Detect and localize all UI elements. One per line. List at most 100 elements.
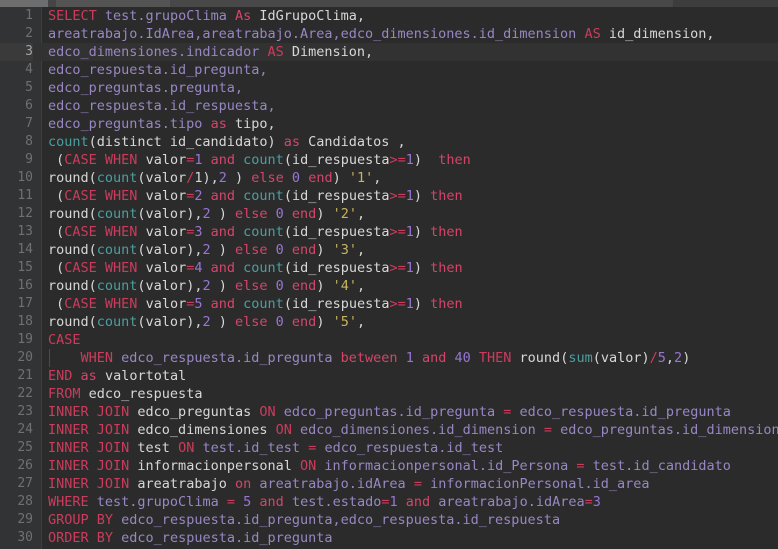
line-number[interactable]: 26 bbox=[0, 457, 33, 475]
code-line[interactable]: 20 WHEN edco_respuesta.id_pregunta betwe… bbox=[0, 349, 778, 367]
code-line-text[interactable]: INNER JOIN areatrabajo on areatrabajo.id… bbox=[48, 475, 650, 493]
code-token-fn: count bbox=[96, 170, 138, 186]
code-line-text[interactable]: areatrabajo.IdArea,areatrabajo.Area,edco… bbox=[48, 25, 715, 43]
line-number[interactable]: 16 bbox=[0, 277, 33, 295]
code-line[interactable]: 30 ORDER BY edco_respuesta.id_pregunta bbox=[0, 529, 778, 547]
line-number[interactable]: 29 bbox=[0, 511, 33, 529]
code-line-text[interactable]: ORDER BY edco_respuesta.id_pregunta bbox=[48, 529, 333, 547]
code-line-text[interactable]: GROUP BY edco_respuesta.id_pregunta,edco… bbox=[48, 511, 560, 529]
code-line[interactable]: 7 edco_preguntas.tipo as tipo, bbox=[0, 115, 778, 133]
code-line-text[interactable]: WHERE test.grupoClima = 5 and test.estad… bbox=[48, 493, 601, 511]
code-line[interactable]: 14 round(count(valor),2 ) else 0 end) '3'… bbox=[0, 241, 778, 259]
code-line[interactable]: 15 (CASE WHEN valor=4 and count(id_respu… bbox=[0, 259, 778, 277]
code-line[interactable]: 17 (CASE WHEN valor=5 and count(id_respu… bbox=[0, 295, 778, 313]
code-line[interactable]: 28 WHERE test.grupoClima = 5 and test.est… bbox=[0, 493, 778, 511]
code-line-text[interactable]: round(count(valor),2 ) else 0 end) '3', bbox=[48, 241, 365, 259]
code-line[interactable]: 27 INNER JOIN areatrabajo on areatrabajo.… bbox=[0, 475, 778, 493]
code-line[interactable]: 12 round(count(valor),2 ) else 0 end) '2'… bbox=[0, 205, 778, 223]
line-number[interactable]: 8 bbox=[0, 133, 33, 151]
line-number[interactable]: 24 bbox=[0, 421, 33, 439]
code-line[interactable]: 4 edco_respuesta.id_pregunta, bbox=[0, 61, 778, 79]
code-line-text[interactable]: INNER JOIN edco_dimensiones ON edco_dime… bbox=[48, 421, 778, 439]
code-line-text[interactable]: round(count(valor),2 ) else 0 end) '2', bbox=[48, 205, 365, 223]
code-line[interactable]: 21 END as valortotal bbox=[0, 367, 778, 385]
code-line-text[interactable]: round(count(valor/1),2 ) else 0 end) '1'… bbox=[48, 169, 381, 187]
code-line-text[interactable]: SELECT test.grupoClima As IdGrupoClima, bbox=[48, 7, 365, 25]
code-token-plain: round( bbox=[511, 350, 569, 366]
line-number[interactable]: 5 bbox=[0, 79, 33, 97]
line-number[interactable]: 18 bbox=[0, 313, 33, 331]
code-line[interactable]: 26 INNER JOIN informacionpersonal ON info… bbox=[0, 457, 778, 475]
line-number[interactable]: 9 bbox=[0, 151, 33, 169]
code-line-text[interactable]: edco_respuesta.id_respuesta, bbox=[48, 97, 276, 115]
code-line-text[interactable]: edco_respuesta.id_pregunta, bbox=[48, 61, 267, 79]
line-number[interactable]: 13 bbox=[0, 223, 33, 241]
code-line-text[interactable]: round(count(valor),2 ) else 0 end) '4', bbox=[48, 277, 365, 295]
line-number[interactable]: 23 bbox=[0, 403, 33, 421]
line-number[interactable]: 21 bbox=[0, 367, 33, 385]
code-token-kw: CASE bbox=[64, 260, 97, 276]
code-line[interactable]: 5 edco_preguntas.pregunta, bbox=[0, 79, 778, 97]
code-line-text[interactable]: edco_dimensiones.indicador AS Dimension, bbox=[48, 43, 373, 61]
code-line[interactable]: 29 GROUP BY edco_respuesta.id_pregunta,ed… bbox=[0, 511, 778, 529]
code-line-text[interactable]: INNER JOIN test ON test.id_test = edco_r… bbox=[48, 439, 503, 457]
code-line[interactable]: 23 INNER JOIN edco_preguntas ON edco_preg… bbox=[0, 403, 778, 421]
code-token-plain: id_dimension, bbox=[608, 26, 715, 42]
line-number[interactable]: 3 bbox=[0, 43, 33, 61]
code-line-text[interactable]: (CASE WHEN valor=2 and count(id_respuest… bbox=[48, 187, 463, 205]
line-number[interactable]: 6 bbox=[0, 97, 33, 115]
code-line[interactable]: 2 areatrabajo.IdArea,areatrabajo.Area,edc… bbox=[0, 25, 778, 43]
code-line-text[interactable]: round(count(valor),2 ) else 0 end) '5', bbox=[48, 313, 365, 331]
line-number[interactable]: 17 bbox=[0, 295, 33, 313]
code-line[interactable]: 19 CASE bbox=[0, 331, 778, 349]
code-line[interactable]: 9 (CASE WHEN valor=1 and count(id_respue… bbox=[0, 151, 778, 169]
code-line[interactable]: 16 round(count(valor),2 ) else 0 end) '4'… bbox=[0, 277, 778, 295]
code-line[interactable]: 11 (CASE WHEN valor=2 and count(id_respu… bbox=[0, 187, 778, 205]
code-line-text[interactable]: (CASE WHEN valor=1 and count(id_respuest… bbox=[48, 151, 471, 169]
line-number[interactable]: 28 bbox=[0, 493, 33, 511]
line-number[interactable]: 25 bbox=[0, 439, 33, 457]
code-line[interactable]: 18 round(count(valor),2 ) else 0 end) '5'… bbox=[0, 313, 778, 331]
code-line-text[interactable]: FROM edco_respuesta bbox=[48, 385, 202, 403]
code-line[interactable]: 8 count(distinct id_candidato) as Candida… bbox=[0, 133, 778, 151]
code-line-text[interactable]: count(distinct id_candidato) as Candidat… bbox=[48, 133, 406, 151]
code-line-text[interactable]: (CASE WHEN valor=3 and count(id_respuest… bbox=[48, 223, 463, 241]
line-number[interactable]: 20 bbox=[0, 349, 33, 367]
code-line-text[interactable]: (CASE WHEN valor=4 and count(id_respuest… bbox=[48, 259, 463, 277]
code-line-text[interactable]: edco_preguntas.tipo as tipo, bbox=[48, 115, 276, 133]
line-number[interactable]: 1 bbox=[0, 7, 33, 25]
code-line-text[interactable]: INNER JOIN informacionpersonal ON inform… bbox=[48, 457, 731, 475]
code-line-text[interactable]: CASE bbox=[48, 331, 81, 349]
line-number[interactable]: 30 bbox=[0, 529, 33, 547]
code-line-text[interactable]: edco_preguntas.pregunta, bbox=[48, 79, 243, 97]
code-line[interactable]: 1 SELECT test.grupoClima As IdGrupoClima, bbox=[0, 7, 778, 25]
line-number[interactable]: 7 bbox=[0, 115, 33, 133]
line-number[interactable]: 2 bbox=[0, 25, 33, 43]
code-line[interactable]: 3 edco_dimensiones.indicador AS Dimension… bbox=[0, 43, 778, 61]
code-line-text[interactable]: END as valortotal bbox=[48, 367, 186, 385]
code-line-text[interactable]: INNER JOIN edco_preguntas ON edco_pregun… bbox=[48, 403, 731, 421]
code-token-kw: ORDER BY bbox=[48, 530, 114, 546]
code-line-text[interactable]: (CASE WHEN valor=5 and count(id_respuest… bbox=[48, 295, 463, 313]
code-line[interactable]: 24 INNER JOIN edco_dimensiones ON edco_di… bbox=[0, 421, 778, 439]
line-number[interactable]: 10 bbox=[0, 169, 33, 187]
line-number[interactable]: 22 bbox=[0, 385, 33, 403]
code-line[interactable]: 13 (CASE WHEN valor=3 and count(id_respu… bbox=[0, 223, 778, 241]
line-number[interactable]: 12 bbox=[0, 205, 33, 223]
line-number[interactable]: 11 bbox=[0, 187, 33, 205]
line-number[interactable]: 19 bbox=[0, 331, 33, 349]
code-line[interactable]: 25 INNER JOIN test ON test.id_test = edco… bbox=[0, 439, 778, 457]
code-line[interactable]: 10 round(count(valor/1),2 ) else 0 end) '… bbox=[0, 169, 778, 187]
code-editor-area[interactable]: 1 SELECT test.grupoClima As IdGrupoClima,… bbox=[0, 7, 778, 549]
code-line-text[interactable]: WHEN edco_respuesta.id_pregunta between … bbox=[48, 349, 691, 367]
code-line[interactable]: 22 FROM edco_respuesta bbox=[0, 385, 778, 403]
line-number[interactable]: 4 bbox=[0, 61, 33, 79]
line-number[interactable]: 27 bbox=[0, 475, 33, 493]
line-number[interactable]: 14 bbox=[0, 241, 33, 259]
code-line[interactable]: 6 edco_respuesta.id_respuesta, bbox=[0, 97, 778, 115]
line-number[interactable]: 15 bbox=[0, 259, 33, 277]
